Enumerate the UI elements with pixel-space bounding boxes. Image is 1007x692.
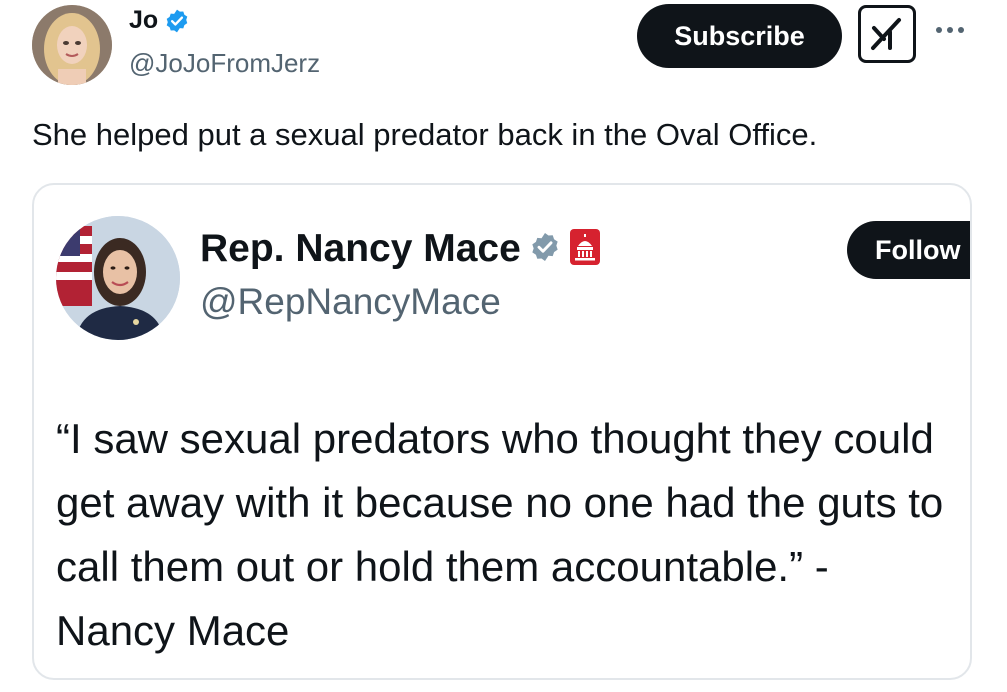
follow-button[interactable]: Follow (847, 221, 970, 279)
grok-icon[interactable] (858, 5, 916, 63)
quoted-author-display-name[interactable]: Rep. Nancy Mace (200, 227, 521, 271)
subscribe-button[interactable]: Subscribe (637, 4, 842, 68)
verified-badge-icon (529, 231, 561, 268)
author-handle[interactable]: @JoJoFromJerz (129, 48, 320, 79)
quoted-author-avatar[interactable] (56, 216, 180, 340)
quoted-tweet-text: “I saw sexual predators who thought they… (56, 415, 944, 654)
more-dot (958, 27, 964, 33)
quoted-author-name-row: Rep. Nancy Mace (200, 227, 601, 271)
verified-badge-icon (164, 8, 190, 34)
more-dot (947, 27, 953, 33)
quoted-tweet-card[interactable]: Rep. Nancy Mace @RepNancyMace Follow “I … (32, 183, 972, 680)
us-capitol-badge-icon (569, 228, 601, 271)
quoted-author-handle[interactable]: @RepNancyMace (200, 281, 501, 323)
author-avatar[interactable] (32, 5, 112, 85)
author-display-name[interactable]: Jo (129, 6, 158, 35)
more-dot (936, 27, 942, 33)
author-name-row: Jo (129, 6, 190, 35)
tweet-text: She helped put a sexual predator back in… (32, 117, 818, 152)
more-horizontal-icon[interactable] (936, 18, 976, 42)
